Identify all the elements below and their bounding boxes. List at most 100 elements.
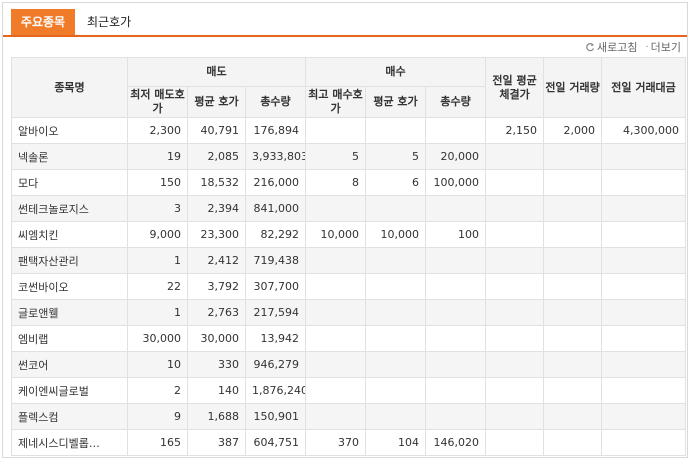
- cell-sell-total: 841,000: [244, 195, 307, 222]
- cell-buy-total: [425, 351, 487, 378]
- cell-prev-amount: [601, 325, 687, 352]
- stock-name-cell[interactable]: 엠비랩: [11, 325, 128, 352]
- more-link[interactable]: · 더보기: [645, 39, 681, 55]
- cell-sell-total: 3,933,803: [244, 143, 307, 170]
- action-links: 새로고침 · 더보기: [585, 39, 681, 55]
- cell-buy-total: 100: [425, 221, 487, 248]
- cell-sell-lowest: 22: [127, 273, 188, 300]
- cell-sell-avg: 2,085: [187, 143, 246, 170]
- tab-recent-quotes[interactable]: 최근호가: [87, 9, 131, 35]
- cell-sell-avg: 23,300: [187, 221, 246, 248]
- dot-icon: ·: [645, 41, 649, 53]
- col-buy-avg: 평균 호가: [365, 86, 427, 118]
- cell-buy-avg: 6: [365, 169, 427, 196]
- cell-buy-total: 146,020: [425, 429, 487, 456]
- refresh-link[interactable]: 새로고침: [585, 39, 637, 55]
- cell-prev-amount: [601, 273, 687, 300]
- cell-buy-avg: [365, 325, 427, 352]
- cell-buy-total: [425, 403, 487, 430]
- stock-name-cell[interactable]: 썬코어: [11, 351, 128, 378]
- cell-buy-highest: [305, 247, 367, 274]
- cell-prev-amount: [601, 351, 687, 378]
- table-row: 알바이오 2,300 40,791 176,894 2,150 2,000 4,300,00…: [11, 117, 687, 144]
- cell-prev-amount: [601, 377, 687, 404]
- stock-name-cell[interactable]: 씨엠치킨: [11, 221, 128, 248]
- stock-name-cell[interactable]: 글로앤웰: [11, 299, 128, 326]
- stock-name-cell[interactable]: 알바이오: [11, 117, 128, 144]
- cell-sell-lowest: 19: [127, 143, 188, 170]
- cell-sell-total: 719,438: [244, 247, 307, 274]
- table-row: 팬택자산관리 1 2,412 719,438: [11, 247, 687, 274]
- cell-prev-avg: [485, 143, 545, 170]
- cell-buy-highest: [305, 351, 367, 378]
- cell-sell-lowest: 3: [127, 195, 188, 222]
- table-row: 제네시스디벨롭… 165 387 604,751 370 104 146,020: [11, 429, 687, 456]
- cell-prev-amount: [601, 429, 687, 456]
- stock-name-cell[interactable]: 플렉스컴: [11, 403, 128, 430]
- cell-buy-total: [425, 377, 487, 404]
- cell-sell-lowest: 9: [127, 403, 188, 430]
- cell-sell-lowest: 2: [127, 377, 188, 404]
- cell-sell-avg: 140: [187, 377, 246, 404]
- cell-buy-avg: 104: [365, 429, 427, 456]
- table-row: 모다 150 18,532 216,000 8 6 100,000: [11, 169, 687, 196]
- cell-prev-volume: [543, 169, 603, 196]
- cell-sell-avg: 2,763: [187, 299, 246, 326]
- stock-name-cell[interactable]: 팬택자산관리: [11, 247, 128, 274]
- cell-sell-avg: 2,394: [187, 195, 246, 222]
- quote-table: 종목명 매도 매수 전일 평균 체결가 전일 거래량 전일 거래대금 최저 매도…: [11, 57, 687, 456]
- tab-main-stocks[interactable]: 주요종목: [11, 9, 75, 35]
- cell-prev-amount: [601, 247, 687, 274]
- cell-buy-avg: [365, 247, 427, 274]
- cell-sell-avg: 1,688: [187, 403, 246, 430]
- stock-name-cell[interactable]: 케이엔씨글로벌: [11, 377, 128, 404]
- stock-name-cell[interactable]: 넥솔론: [11, 143, 128, 170]
- cell-buy-avg: [365, 195, 427, 222]
- cell-buy-highest: 10,000: [305, 221, 367, 248]
- cell-sell-lowest: 165: [127, 429, 188, 456]
- stock-quote-panel: 주요종목 최근호가 새로고침 · 더보기 종목명 매도 매수 전일 평균 체결가…: [2, 2, 688, 458]
- cell-prev-amount: [601, 195, 687, 222]
- cell-buy-total: [425, 195, 487, 222]
- col-sell-avg: 평균 호가: [187, 86, 246, 118]
- cell-buy-highest: [305, 273, 367, 300]
- table-row: 플렉스컴 9 1,688 150,901: [11, 403, 687, 430]
- cell-buy-highest: [305, 377, 367, 404]
- col-prev-amount: 전일 거래대금: [601, 57, 687, 118]
- stock-name-cell[interactable]: 제네시스디벨롭…: [11, 429, 128, 456]
- cell-buy-highest: 5: [305, 143, 367, 170]
- cell-buy-avg: [365, 403, 427, 430]
- cell-prev-volume: 2,000: [543, 117, 603, 144]
- cell-prev-amount: [601, 299, 687, 326]
- tab-bar: 주요종목 최근호가: [3, 3, 687, 37]
- cell-sell-avg: 3,792: [187, 273, 246, 300]
- cell-sell-total: 82,292: [244, 221, 307, 248]
- cell-prev-volume: [543, 299, 603, 326]
- table-row: 넥솔론 19 2,085 3,933,803 5 5 20,000: [11, 143, 687, 170]
- table-row: 씨엠치킨 9,000 23,300 82,292 10,000 10,000 100: [11, 221, 687, 248]
- cell-sell-avg: 2,412: [187, 247, 246, 274]
- cell-prev-amount: [601, 169, 687, 196]
- cell-sell-total: 176,894: [244, 117, 307, 144]
- cell-prev-amount: [601, 403, 687, 430]
- col-buy-highest: 최고 매수호가: [305, 86, 367, 118]
- cell-prev-volume: [543, 273, 603, 300]
- cell-prev-volume: [543, 247, 603, 274]
- cell-buy-total: 20,000: [425, 143, 487, 170]
- cell-sell-avg: 30,000: [187, 325, 246, 352]
- cell-prev-avg: [485, 169, 545, 196]
- stock-name-cell[interactable]: 코썬바이오: [11, 273, 128, 300]
- cell-prev-avg: [485, 325, 545, 352]
- cell-buy-highest: 8: [305, 169, 367, 196]
- col-stock-name: 종목명: [11, 57, 128, 118]
- cell-buy-highest: [305, 117, 367, 144]
- cell-sell-lowest: 9,000: [127, 221, 188, 248]
- cell-sell-lowest: 1: [127, 247, 188, 274]
- cell-prev-volume: [543, 143, 603, 170]
- cell-sell-lowest: 10: [127, 351, 188, 378]
- stock-name-cell[interactable]: 모다: [11, 169, 128, 196]
- stock-name-cell[interactable]: 썬테크놀로지스: [11, 195, 128, 222]
- table-row: 엠비랩 30,000 30,000 13,942: [11, 325, 687, 352]
- cell-sell-lowest: 150: [127, 169, 188, 196]
- refresh-label: 새로고침: [596, 41, 638, 54]
